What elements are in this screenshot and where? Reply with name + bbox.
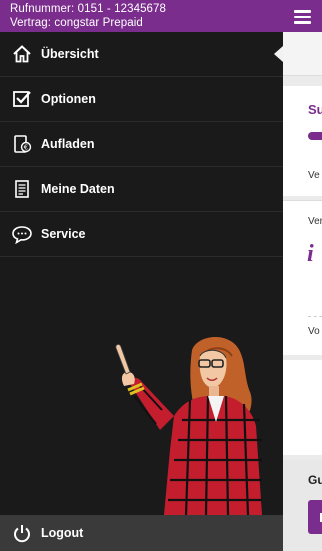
woman-illustration (115, 336, 262, 515)
main-content-peek: Su Ve Ver i Vo Gu (283, 0, 322, 551)
hamburger-line (294, 10, 311, 13)
checkbox-icon (11, 88, 33, 110)
menu-item-label: Optionen (41, 92, 96, 106)
menu-item-meine-daten[interactable]: Meine Daten (0, 167, 283, 212)
info-icon[interactable]: i (307, 241, 314, 268)
phone-number-value: 0151 - 12345678 (77, 3, 167, 15)
hamburger-line (294, 21, 311, 24)
menu-toggle-button[interactable] (294, 10, 311, 24)
voucher-card-title: Gu (308, 473, 322, 487)
balance-progress-bar (308, 132, 322, 140)
navigation-drawer: Rufnummer: 0151 - 12345678 Vertrag: cong… (0, 0, 283, 551)
phone-number-label: Rufnummer: (10, 3, 75, 15)
contract-row: Vertrag: congstar Prepaid (10, 16, 273, 30)
menu-item-label: Übersicht (41, 47, 99, 61)
contract-card-bottom-text: Vo (308, 326, 320, 337)
contract-card: Ver i Vo (283, 200, 322, 355)
document-icon (11, 178, 33, 200)
menu-item-service[interactable]: Service (0, 212, 283, 257)
balance-card-title: Su (308, 102, 322, 117)
voucher-button[interactable] (308, 500, 322, 534)
contract-label: Vertrag: (10, 17, 52, 29)
menu-item-label: Meine Daten (41, 182, 115, 196)
balance-card: Su Ve (283, 86, 322, 196)
voucher-card: Gu (283, 460, 322, 551)
hamburger-line (294, 15, 311, 18)
topup-icon: € (11, 133, 33, 155)
home-icon (11, 43, 33, 65)
svg-text:€: € (24, 144, 28, 152)
chat-bubble-icon (11, 223, 33, 245)
menu-item-uebersicht[interactable]: Übersicht (0, 32, 283, 77)
contract-card-text: Ver (308, 216, 322, 227)
logout-button[interactable]: Logout (0, 515, 283, 551)
menu-item-label: Aufladen (41, 137, 95, 151)
divider (308, 316, 322, 317)
drawer-menu: Übersicht Optionen € Aufladen Meine Date… (0, 32, 283, 257)
power-icon (11, 522, 33, 544)
content-header-panel (283, 32, 322, 76)
contract-value: congstar Prepaid (54, 17, 143, 29)
app-bar (283, 0, 322, 32)
content-card (283, 360, 322, 455)
menu-item-aufladen[interactable]: € Aufladen (0, 122, 283, 167)
phone-number-row: Rufnummer: 0151 - 12345678 (10, 2, 273, 16)
menu-item-label: Service (41, 227, 86, 241)
menu-item-optionen[interactable]: Optionen (0, 77, 283, 122)
balance-card-text: Ve (308, 170, 320, 181)
logout-label: Logout (41, 526, 84, 540)
account-header: Rufnummer: 0151 - 12345678 Vertrag: cong… (0, 0, 283, 32)
